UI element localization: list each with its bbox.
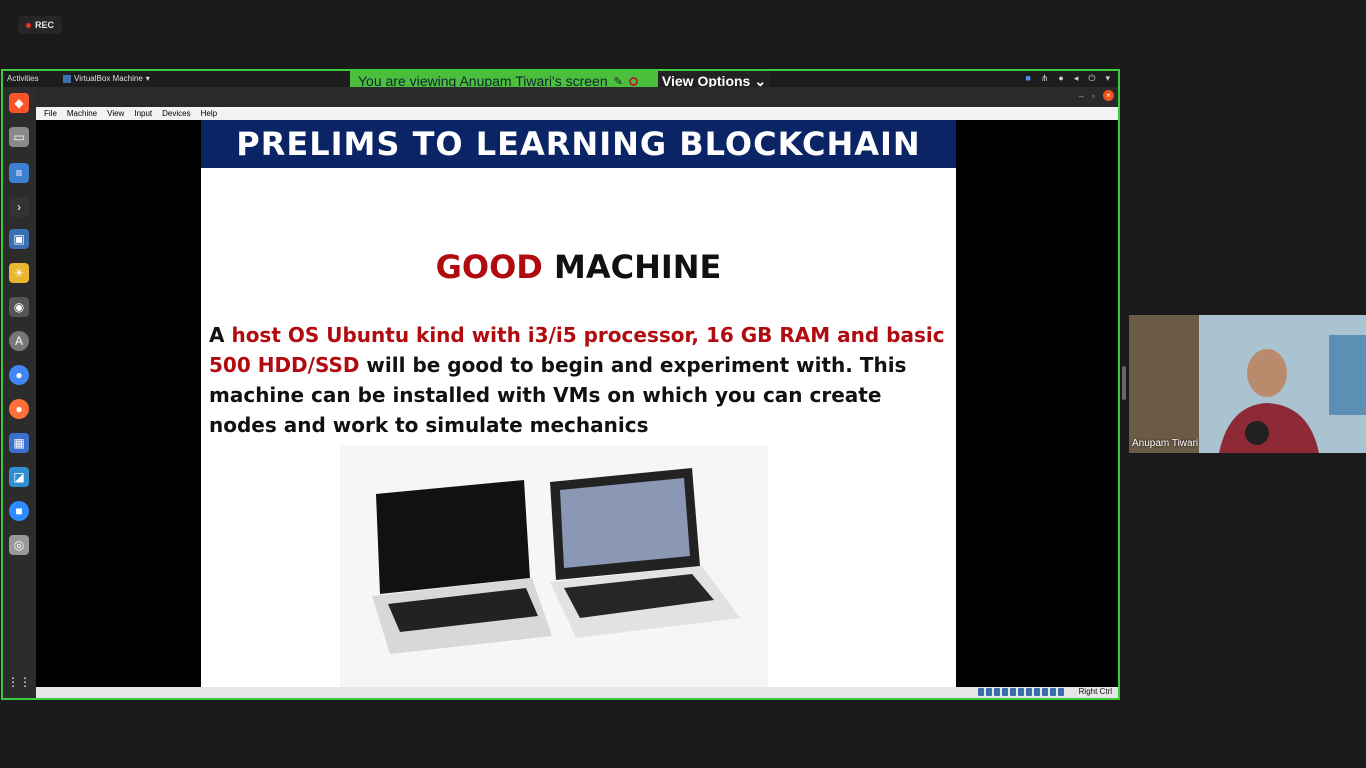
close-icon[interactable]: ×	[1103, 90, 1114, 101]
host-key-label: Right Ctrl	[1078, 687, 1112, 696]
optical-status-icon[interactable]	[986, 688, 992, 696]
laptop-right	[550, 468, 740, 638]
recording-indicator: REC	[18, 16, 62, 34]
usb-status-icon[interactable]	[1010, 688, 1016, 696]
cpu-status-icon[interactable]	[1042, 688, 1048, 696]
chevron-down-icon[interactable]: ▾	[1105, 73, 1110, 84]
chevron-down-icon: ▾	[145, 74, 150, 83]
minimize-icon[interactable]: –	[1079, 91, 1084, 101]
record-dot-icon	[25, 22, 31, 28]
vbox-title-bar: – ▫ ×	[36, 87, 1118, 107]
files-icon[interactable]: ▭	[9, 127, 29, 147]
menu-machine[interactable]: Machine	[67, 109, 97, 118]
activities-button[interactable]: Activities	[7, 74, 39, 83]
vbox-menu-bar: File Machine View Input Devices Help	[36, 107, 1118, 120]
hdd-status-icon[interactable]	[978, 688, 984, 696]
slide-title-good: GOOD	[435, 248, 543, 286]
presentation-slide: PRELIMS TO LEARNING BLOCKCHAIN GOOD MACH…	[201, 120, 956, 687]
slide-body: A host OS Ubuntu kind with i3/i5 process…	[209, 320, 951, 440]
menu-input[interactable]: Input	[134, 109, 152, 118]
screenshot-icon[interactable]: ◉	[9, 297, 29, 317]
system-tray[interactable]: ■ ⋔ ● ◂ ⏻ ▾	[1025, 73, 1110, 84]
panel-resize-handle[interactable]	[1122, 366, 1126, 400]
terminal-icon[interactable]: ›	[9, 197, 29, 217]
menu-file[interactable]: File	[44, 109, 57, 118]
vm-display[interactable]: PRELIMS TO LEARNING BLOCKCHAIN GOOD MACH…	[36, 120, 1118, 687]
slide-body-prefix: A	[209, 323, 232, 347]
status-icons	[978, 688, 1064, 696]
maximize-icon[interactable]: ▫	[1092, 91, 1095, 101]
laptops-image	[340, 446, 768, 687]
weather-icon[interactable]: ☀	[9, 263, 29, 283]
microphone-icon[interactable]: ●	[1058, 73, 1063, 84]
disk-icon[interactable]: ◎	[9, 535, 29, 555]
mic-muted-icon: ✎	[613, 75, 623, 88]
virtualbox-small-icon	[63, 74, 71, 83]
ubuntu-dock: ◆ ▭ ≡ › ▣ ☀ ◉ A ● ● ▦ ◪ ■ ◎ ⋮⋮	[3, 87, 36, 698]
keyboard-status-icon[interactable]	[1058, 688, 1064, 696]
menu-view[interactable]: View	[107, 109, 124, 118]
network-status-icon[interactable]	[1002, 688, 1008, 696]
network-icon[interactable]: ⋔	[1041, 73, 1049, 84]
menu-devices[interactable]: Devices	[162, 109, 190, 118]
mouse-status-icon[interactable]	[1050, 688, 1056, 696]
slide-title: GOOD MACHINE	[201, 248, 956, 286]
zoom-tray-icon[interactable]: ■	[1025, 73, 1030, 84]
firefox-icon[interactable]: ●	[9, 399, 29, 419]
volume-icon[interactable]: ◂	[1074, 73, 1079, 84]
recording-label: REC	[34, 20, 54, 30]
window-controls: – ▫ ×	[1079, 90, 1114, 101]
screen-icon[interactable]: ▦	[9, 433, 29, 453]
display-status-icon[interactable]	[1026, 688, 1032, 696]
software-center-icon[interactable]: A	[9, 331, 29, 351]
record-icon	[628, 76, 638, 86]
participant-video[interactable]: Anupam Tiwari	[1129, 315, 1366, 453]
text-editor-icon[interactable]: ≡	[9, 163, 29, 183]
shared-screen: Activities VirtualBox Machine ▾ ■ ⋔ ● ◂ …	[1, 69, 1120, 700]
slide-header: PRELIMS TO LEARNING BLOCKCHAIN	[201, 120, 956, 168]
app-menu-label: VirtualBox Machine	[74, 74, 143, 83]
vbox-status-bar: Right Ctrl	[36, 687, 1118, 698]
vm-icon[interactable]: ◪	[9, 467, 29, 487]
shared-folder-status-icon[interactable]	[1018, 688, 1024, 696]
laptop-left	[372, 480, 552, 654]
virtualbox-icon[interactable]: ▣	[9, 229, 29, 249]
slide-title-machine: MACHINE	[553, 248, 722, 286]
brave-icon[interactable]: ◆	[9, 93, 29, 113]
chrome-icon[interactable]: ●	[9, 365, 29, 385]
app-menu[interactable]: VirtualBox Machine ▾	[63, 74, 150, 83]
menu-help[interactable]: Help	[201, 109, 217, 118]
audio-status-icon[interactable]	[994, 688, 1000, 696]
app-grid-icon[interactable]: ⋮⋮	[7, 672, 31, 692]
recording-status-icon[interactable]	[1034, 688, 1040, 696]
power-icon[interactable]: ⏻	[1088, 73, 1095, 84]
participant-name: Anupam Tiwari	[1132, 438, 1199, 449]
zoom-icon[interactable]: ■	[9, 501, 29, 521]
